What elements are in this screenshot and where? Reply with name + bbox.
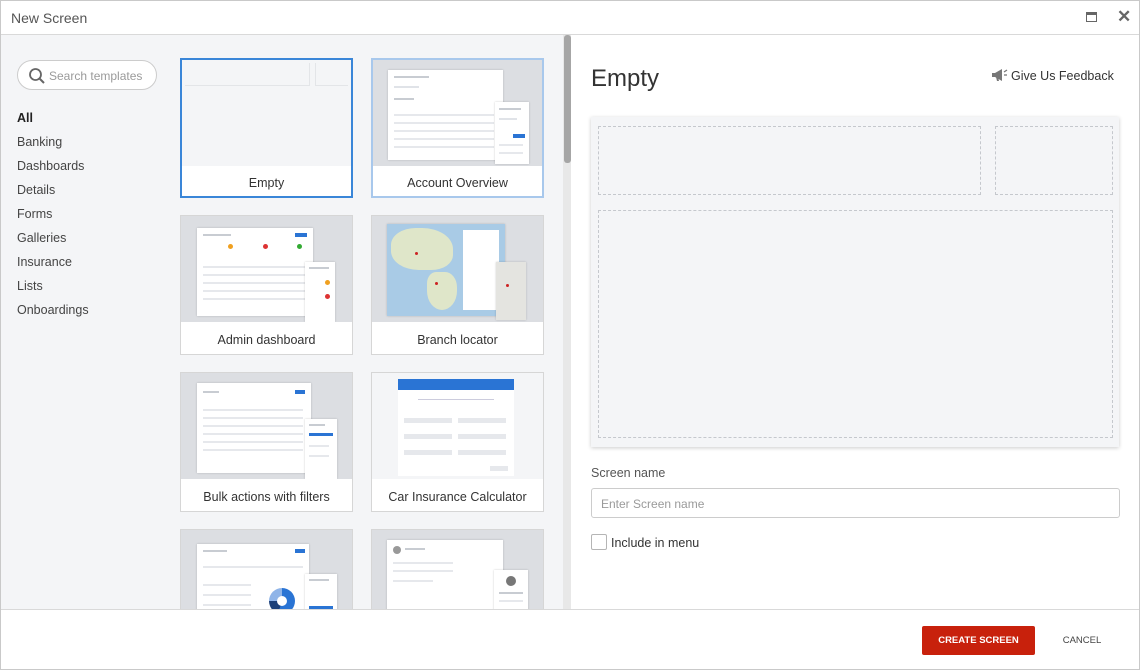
drop-zone xyxy=(598,210,1113,438)
template-card-empty[interactable]: Empty xyxy=(180,58,353,198)
include-in-menu-label: Include in menu xyxy=(611,536,700,550)
category-dashboards[interactable]: Dashboards xyxy=(17,159,89,183)
preview-title: Empty xyxy=(591,65,660,92)
search-icon xyxy=(29,68,45,84)
search-input[interactable]: Search templates xyxy=(17,60,157,90)
template-card-car-insurance[interactable]: Car Insurance Calculator xyxy=(371,372,544,512)
dialog-footer: CREATE SCREEN CANCEL xyxy=(1,609,1139,669)
category-banking[interactable]: Banking xyxy=(17,135,89,159)
title-bar: New Screen ✕ xyxy=(1,1,1139,35)
template-card-admin-dashboard[interactable]: Admin dashboard xyxy=(180,215,353,355)
template-scrollbar[interactable] xyxy=(563,35,571,609)
include-in-menu-checkbox[interactable] xyxy=(591,534,607,550)
template-thumbnail xyxy=(181,216,352,322)
drop-zone xyxy=(995,126,1113,195)
template-browser: Search templates All Banking Dashboards … xyxy=(1,35,571,609)
template-thumbnail xyxy=(181,530,352,609)
template-thumbnail xyxy=(181,373,352,479)
layout-preview xyxy=(591,117,1119,447)
cancel-button[interactable]: CANCEL xyxy=(1053,626,1111,655)
template-thumbnail xyxy=(372,530,543,609)
category-galleries[interactable]: Galleries xyxy=(17,231,89,255)
screen-name-placeholder: Enter Screen name xyxy=(601,497,705,511)
template-thumbnail xyxy=(372,216,543,322)
template-label: Empty xyxy=(248,176,285,190)
category-forms[interactable]: Forms xyxy=(17,207,89,231)
preview-panel: Empty Give Us Feedback Screen name Enter… xyxy=(571,35,1139,609)
template-thumbnail xyxy=(372,373,543,479)
template-card[interactable] xyxy=(371,529,544,609)
screen-name-label: Screen name xyxy=(591,466,666,480)
template-card-account-overview[interactable]: Account Overview xyxy=(371,58,544,198)
category-onboardings[interactable]: Onboardings xyxy=(17,303,89,327)
screen-name-input[interactable]: Enter Screen name xyxy=(591,488,1120,518)
close-icon[interactable]: ✕ xyxy=(1117,7,1131,27)
feedback-label: Give Us Feedback xyxy=(1011,69,1114,83)
category-lists[interactable]: Lists xyxy=(17,279,89,303)
template-label: Admin dashboard xyxy=(217,333,316,347)
template-card[interactable] xyxy=(180,529,353,609)
template-label: Car Insurance Calculator xyxy=(388,490,527,504)
new-screen-dialog: New Screen ✕ Search templates All Bankin… xyxy=(0,0,1140,670)
create-screen-button[interactable]: CREATE SCREEN xyxy=(922,626,1035,655)
megaphone-icon xyxy=(992,69,1008,81)
category-details[interactable]: Details xyxy=(17,183,89,207)
drop-zone xyxy=(598,126,981,195)
maximize-icon[interactable] xyxy=(1086,12,1097,22)
template-label: Bulk actions with filters xyxy=(203,490,330,504)
category-insurance[interactable]: Insurance xyxy=(17,255,89,279)
category-all[interactable]: All xyxy=(17,111,89,135)
give-feedback-link[interactable]: Give Us Feedback xyxy=(991,69,1114,83)
template-thumbnail xyxy=(182,60,351,166)
category-list: All Banking Dashboards Details Forms Gal… xyxy=(17,111,89,327)
template-card-branch-locator[interactable]: Branch locator xyxy=(371,215,544,355)
template-card-bulk-actions[interactable]: Bulk actions with filters xyxy=(180,372,353,512)
template-label: Account Overview xyxy=(407,176,508,190)
search-placeholder: Search templates xyxy=(49,69,143,83)
scrollbar-thumb[interactable] xyxy=(564,35,571,163)
template-thumbnail xyxy=(373,60,542,166)
window-title: New Screen xyxy=(11,10,88,26)
template-label: Branch locator xyxy=(417,333,498,347)
